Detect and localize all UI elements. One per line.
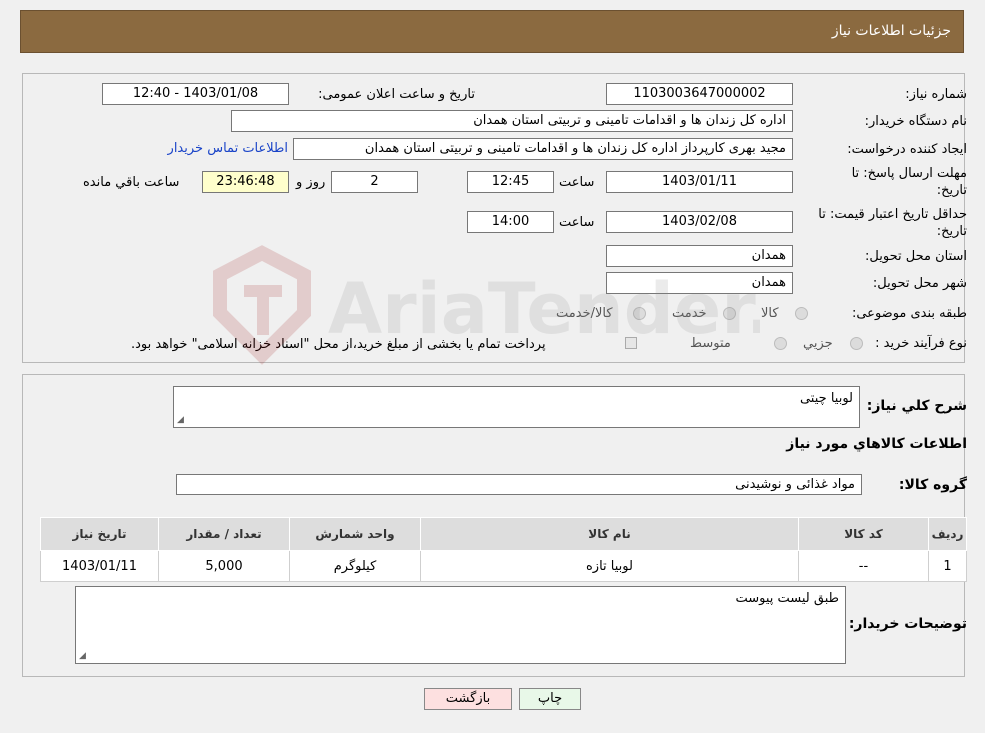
col-unit-header: واحد شمارش: [289, 517, 421, 551]
buyer-contact-link[interactable]: اطلاعات تماس خریدار: [168, 141, 288, 156]
items-table-header: رديف کد کالا نام کالا واحد شمارش تعداد /…: [40, 517, 967, 551]
table-row: 1 -- لوبیا تازه کیلوگرم 5,000 1403/01/11: [40, 550, 967, 582]
category-option-goods: کالا: [761, 306, 779, 321]
remaining-label: ساعت باقي مانده: [83, 175, 180, 190]
need-number-field: 1103003647000002: [606, 83, 793, 105]
resize-grip-icon[interactable]: ◢: [79, 651, 86, 661]
cell-name: لوبیا تازه: [420, 550, 799, 582]
general-desc-textarea[interactable]: لوبیا چیتی ◢: [173, 386, 860, 428]
category-radio-goods[interactable]: [795, 307, 808, 320]
general-desc-label: شرح کلي نياز:: [866, 398, 967, 414]
buyer-notes-label: توضيحات خريدار:: [848, 616, 967, 632]
deadline-label-2: تاریخ:: [936, 183, 967, 198]
days-field: 2: [331, 171, 418, 193]
category-option-service: خدمت: [672, 306, 707, 321]
announce-label: تاریخ و ساعت اعلان عمومی:: [318, 87, 475, 102]
print-button[interactable]: چاپ: [519, 688, 581, 710]
col-date-header: تاريخ نياز: [40, 517, 159, 551]
goods-group-label: گروه کالا:: [898, 477, 967, 493]
creator-label: ایجاد کننده درخواست:: [847, 142, 967, 157]
validity-time-field: 14:00: [467, 211, 554, 233]
category-label: طبقه بندی موضوعی:: [851, 306, 967, 321]
province-label: استان محل تحویل:: [865, 249, 967, 264]
announce-datetime-field: 1403/01/08 - 12:40: [102, 83, 289, 105]
cell-code: --: [798, 550, 929, 582]
process-radio-minor[interactable]: [850, 337, 863, 350]
category-option-goods-service: کالا/خدمت: [556, 306, 613, 321]
process-radio-medium[interactable]: [774, 337, 787, 350]
category-radio-service[interactable]: [723, 307, 736, 320]
validity-date-field: 1403/02/08: [606, 211, 793, 233]
general-desc-value: لوبیا چیتی: [799, 391, 853, 406]
validity-time-label: ساعت: [559, 215, 595, 230]
cell-row: 1: [928, 550, 967, 582]
goods-group-field: مواد غذائی و نوشیدنی: [176, 474, 862, 495]
cell-date: 1403/01/11: [40, 550, 159, 582]
creator-field: مجید بهری کارپرداز اداره کل زندان ها و ا…: [293, 138, 793, 160]
need-number-label: شماره نیاز:: [905, 87, 967, 102]
items-section-title: اطلاعات کالاهاي مورد نياز: [786, 436, 967, 452]
col-row-header: رديف: [928, 517, 967, 551]
remaining-time-field: 23:46:48: [202, 171, 289, 193]
payment-note: پرداخت تمام یا بخشی از مبلغ خرید،از محل …: [131, 337, 546, 352]
cell-qty: 5,000: [158, 550, 290, 582]
deadline-date-field: 1403/01/11: [606, 171, 793, 193]
category-radio-goods-service[interactable]: [633, 307, 646, 320]
days-label: روز و: [296, 175, 326, 190]
page-title: جزئیات اطلاعات نیاز: [831, 23, 951, 39]
deadline-time-label: ساعت: [559, 175, 595, 190]
validity-label: حداقل تاریخ اعتبار قیمت: تا: [818, 207, 967, 222]
deadline-label: مهلت ارسال پاسخ: تا: [851, 166, 967, 181]
resize-grip-icon[interactable]: ◢: [177, 415, 184, 425]
col-code-header: کد کالا: [798, 517, 929, 551]
deadline-time-field: 12:45: [467, 171, 554, 193]
col-name-header: نام کالا: [420, 517, 799, 551]
treasury-checkbox[interactable]: [625, 337, 637, 349]
items-table: رديف کد کالا نام کالا واحد شمارش تعداد /…: [40, 517, 967, 582]
col-qty-header: تعداد / مقدار: [158, 517, 290, 551]
process-option-minor: جزيي: [803, 336, 833, 351]
buyer-label: نام دستگاه خریدار:: [864, 114, 967, 129]
buyer-notes-value: طبق لیست پیوست: [735, 591, 839, 606]
city-label: شهر محل تحویل:: [872, 276, 967, 291]
city-field: همدان: [606, 272, 793, 294]
page-header: جزئیات اطلاعات نیاز: [20, 10, 964, 53]
process-label: نوع فرآیند خرید :: [875, 336, 967, 351]
province-field: همدان: [606, 245, 793, 267]
cell-unit: کیلوگرم: [289, 550, 421, 582]
process-option-medium: متوسط: [690, 336, 731, 351]
buyer-field: اداره کل زندان ها و اقدامات تامینی و ترب…: [231, 110, 793, 132]
back-button[interactable]: بازگشت: [424, 688, 512, 710]
validity-label-2: تاریخ:: [936, 224, 967, 239]
buyer-notes-textarea[interactable]: طبق لیست پیوست ◢: [75, 586, 846, 664]
